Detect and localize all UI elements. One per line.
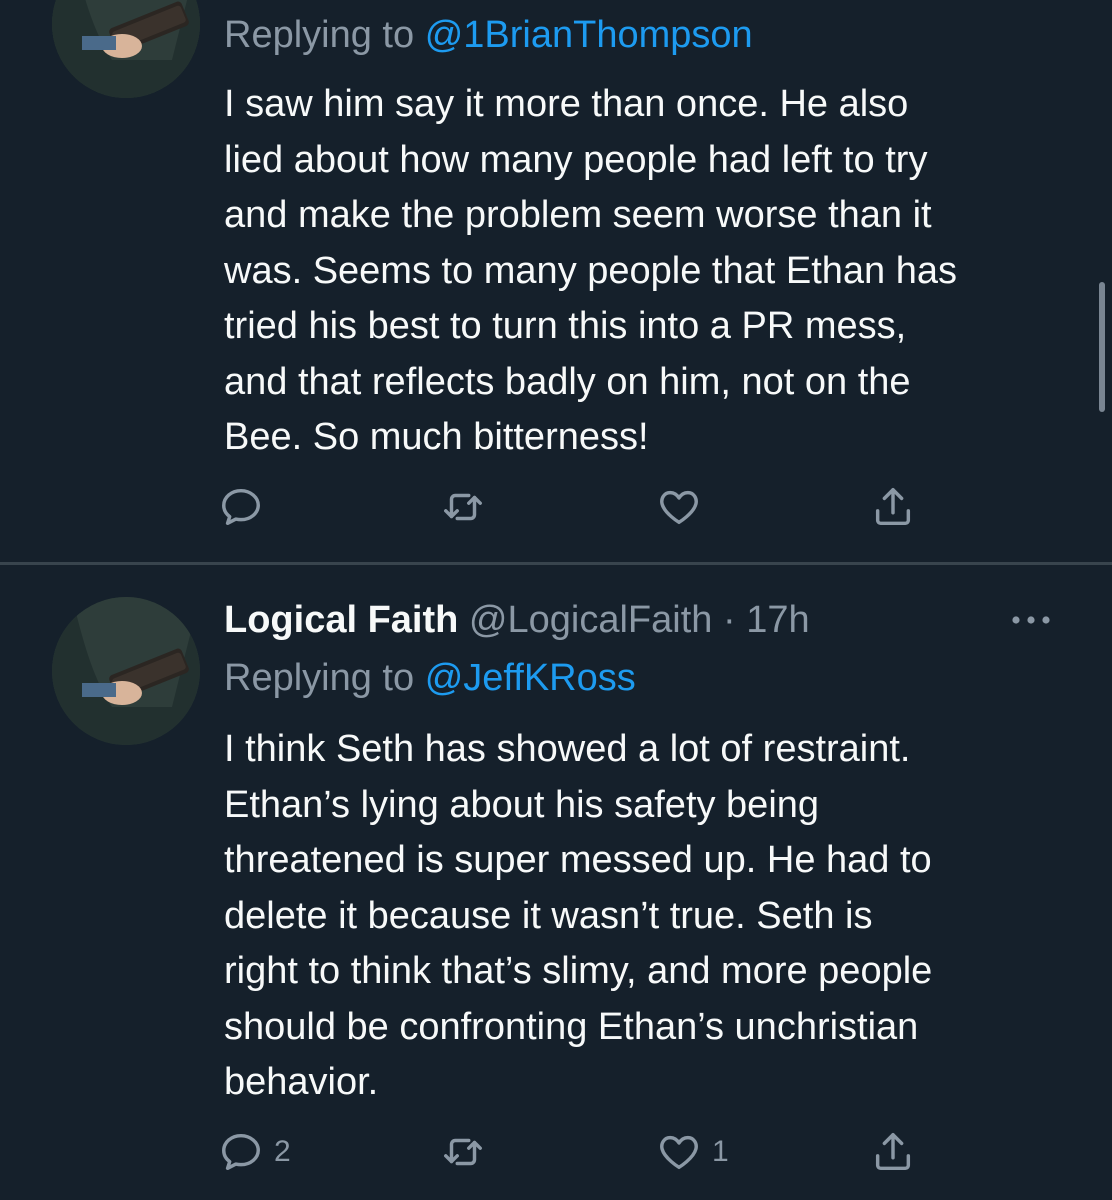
avatar[interactable] xyxy=(52,597,200,745)
tweet-actions xyxy=(218,482,938,532)
timestamp[interactable]: 17h xyxy=(746,599,809,641)
scrollbar-thumb[interactable] xyxy=(1099,282,1105,412)
avatar-image xyxy=(52,0,200,98)
reply-count: 2 xyxy=(274,1135,291,1168)
like-count: 1 xyxy=(712,1135,729,1168)
display-name[interactable]: Logical Faith xyxy=(224,599,458,641)
replying-to-line: Replying to @1BrianThompson xyxy=(224,10,753,60)
reply-thread-view: Replying to @1BrianThompson I saw him sa… xyxy=(0,0,1112,1200)
more-options-button[interactable] xyxy=(1006,605,1056,635)
reply-button[interactable] xyxy=(218,482,264,532)
retweet-icon xyxy=(444,1138,482,1166)
tweet-header: Logical Faith @LogicalFaith · 17h xyxy=(224,595,810,645)
replying-label: Replying to xyxy=(224,14,415,56)
retweet-button[interactable] xyxy=(440,1127,486,1177)
share-icon xyxy=(875,488,911,526)
retweet-button[interactable] xyxy=(440,482,486,532)
heart-icon xyxy=(660,490,698,525)
tweet-actions: 2 1 xyxy=(218,1127,938,1177)
avatar[interactable] xyxy=(52,0,200,98)
replying-to-line: Replying to @JeffKRoss xyxy=(224,653,636,703)
reply-icon xyxy=(222,488,260,526)
tweet-reply-1[interactable]: Replying to @1BrianThompson I saw him sa… xyxy=(0,0,1112,562)
tweet-text: I think Seth has showed a lot of restrai… xyxy=(224,728,933,1103)
user-handle[interactable]: @LogicalFaith xyxy=(469,599,712,641)
replying-label: Replying to xyxy=(224,657,415,699)
heart-icon xyxy=(660,1135,698,1170)
share-button[interactable] xyxy=(870,482,916,532)
share-button[interactable] xyxy=(870,1127,916,1177)
like-button[interactable]: 1 xyxy=(656,1127,729,1177)
mention-link[interactable]: @JeffKRoss xyxy=(425,657,636,699)
share-icon xyxy=(875,1133,911,1171)
separator-dot: · xyxy=(722,599,736,641)
retweet-icon xyxy=(444,493,482,521)
tweet-reply-2[interactable]: Logical Faith @LogicalFaith · 17h Replyi… xyxy=(0,565,1112,1200)
more-horizontal-icon xyxy=(1012,616,1050,624)
reply-icon xyxy=(222,1133,260,1171)
tweet-text: I saw him say it more than once. He also… xyxy=(224,83,957,458)
avatar-image xyxy=(52,597,200,745)
reply-button[interactable]: 2 xyxy=(218,1127,291,1177)
mention-link[interactable]: @1BrianThompson xyxy=(425,14,753,56)
like-button[interactable] xyxy=(656,482,702,532)
